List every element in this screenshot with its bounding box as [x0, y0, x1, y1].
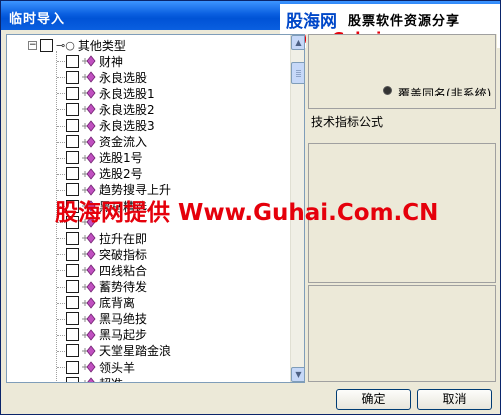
ok-button[interactable]: 确定 [336, 389, 411, 410]
indicator-node-icon [82, 168, 96, 180]
tree-item[interactable]: 四线粘合 [66, 262, 147, 278]
indicator-node-icon [82, 313, 96, 325]
indicator-node-icon [82, 71, 96, 83]
tree-item-label: 资金流入 [99, 135, 148, 150]
tree-item[interactable]: 蓄势待发 [66, 279, 147, 295]
tree-item[interactable]: 永良选股 [66, 69, 147, 85]
tree-item[interactable]: 天堂星踏金浪 [66, 343, 171, 359]
collapse-icon[interactable]: − [28, 40, 37, 50]
tree-item[interactable]: 永良选股1 [66, 85, 155, 101]
tree-node-root[interactable]: − ⊸○ 其他类型 [28, 37, 126, 53]
indicator-node-icon [82, 329, 96, 341]
tree-item-label: 黑马绝技 [99, 312, 148, 327]
tree-item-checkbox[interactable] [66, 167, 79, 181]
cancel-button[interactable]: 取消 [417, 389, 492, 410]
tree-item-checkbox[interactable] [66, 135, 79, 149]
tree-item-label: 永良选股3 [99, 119, 155, 133]
indicator-node-icon [82, 345, 96, 357]
tree-item[interactable]: 选股2号 [66, 166, 143, 182]
tree-item-label: 选股2号 [99, 167, 143, 182]
indicator-node-icon [82, 152, 96, 164]
tree-item[interactable]: 选股1号 [66, 150, 143, 166]
indicator-node-icon [82, 296, 96, 309]
tree-item-label: 永良选股 [99, 70, 148, 85]
tree-item-checkbox[interactable] [66, 360, 79, 374]
tree-item-label: 突破指标 [99, 247, 148, 262]
overlay-watermark: 股海网提供 Www.Guhai.Com.CN [55, 200, 439, 226]
tree-item[interactable]: 永良选股3 [66, 118, 155, 134]
indicator-node-icon [82, 280, 96, 293]
indicator-node-icon [82, 264, 96, 277]
tree-item-checkbox[interactable] [66, 247, 79, 261]
tree-item-checkbox[interactable] [66, 231, 79, 245]
tree-item[interactable]: 资金流入 [66, 134, 147, 150]
overwrite-radio[interactable] [383, 86, 392, 95]
tree-item[interactable]: 领头羊 [66, 359, 135, 375]
scroll-down-icon[interactable]: ▼ [291, 367, 304, 382]
tree-item[interactable]: 黑马绝技 [66, 311, 147, 327]
tree-item-label: 财神 [99, 54, 124, 69]
window-title: 临时导入 [9, 12, 66, 27]
tree-item-label: 底背离 [99, 296, 136, 311]
tree-item-label: 选股1号 [99, 151, 143, 166]
formula-label: 技术指标公式 [311, 115, 384, 129]
tree-item-label: 永良选股1 [99, 86, 155, 101]
watermark-brand-sub: 股票软件资源分享 [348, 14, 461, 29]
tree-item[interactable]: 拉升在即 [66, 230, 147, 246]
tree-item-checkbox[interactable] [66, 151, 79, 165]
tree-item-checkbox[interactable] [66, 328, 79, 342]
indicator-node-icon [82, 232, 96, 244]
tree-item[interactable]: 黑马起步 [66, 327, 147, 343]
tree-item-label: 永良选股2 [99, 102, 155, 117]
tree-item-checkbox[interactable] [66, 102, 79, 116]
tree-item-checkbox[interactable] [66, 54, 79, 68]
tree-item[interactable]: 超准 [66, 375, 123, 382]
scroll-up-icon[interactable]: ▲ [291, 35, 304, 50]
indicator-node-icon [82, 87, 96, 99]
import-dialog: 临时导入 股海网 股票软件资源分享 www.Guhai.com.cn −⊸○其他… [0, 0, 501, 415]
tree-node-label: 其他类型 [77, 38, 126, 53]
key-icon: ⊸○ [56, 38, 75, 52]
tree-item-label: 超准 [99, 375, 123, 382]
scroll-thumb[interactable] [291, 62, 304, 84]
tree-item-label: 领头羊 [99, 360, 136, 375]
tree-item-checkbox[interactable] [66, 376, 79, 382]
description-box [308, 285, 496, 382]
tree-item[interactable]: 永良选股2 [66, 101, 155, 117]
tree-item[interactable]: 突破指标 [66, 246, 147, 262]
overwrite-label: 覆盖同名(非系统) [398, 87, 492, 96]
tree-item-checkbox[interactable] [66, 344, 79, 358]
tree-item-checkbox[interactable] [66, 280, 79, 293]
indicator-node-icon [82, 119, 96, 132]
tree-item-checkbox[interactable] [66, 70, 79, 84]
tree-item-label: 蓄势待发 [99, 280, 148, 294]
tree-item-label: 天堂星踏金浪 [99, 344, 172, 359]
tree-item-checkbox[interactable] [66, 296, 79, 310]
tree-item[interactable]: 财神 [66, 53, 123, 69]
root-checkbox[interactable] [40, 38, 53, 52]
indicator-node-icon [82, 103, 96, 116]
options-box [308, 34, 496, 109]
indicator-node-icon [82, 377, 96, 382]
indicator-node-icon [82, 55, 96, 67]
tree-item[interactable]: 底背离 [66, 295, 135, 311]
indicator-node-icon [82, 248, 96, 260]
indicator-node-icon [82, 361, 96, 373]
indicator-node-icon [82, 135, 96, 148]
tree-item-label: 黑马起步 [99, 328, 148, 343]
tree-item-label: 拉升在即 [99, 231, 148, 246]
tree-item-checkbox[interactable] [66, 312, 79, 326]
tree-item-checkbox[interactable] [66, 263, 79, 277]
tree-item-label: 四线粘合 [99, 263, 148, 278]
tree-item-checkbox[interactable] [66, 119, 79, 132]
tree-item-checkbox[interactable] [66, 86, 79, 100]
